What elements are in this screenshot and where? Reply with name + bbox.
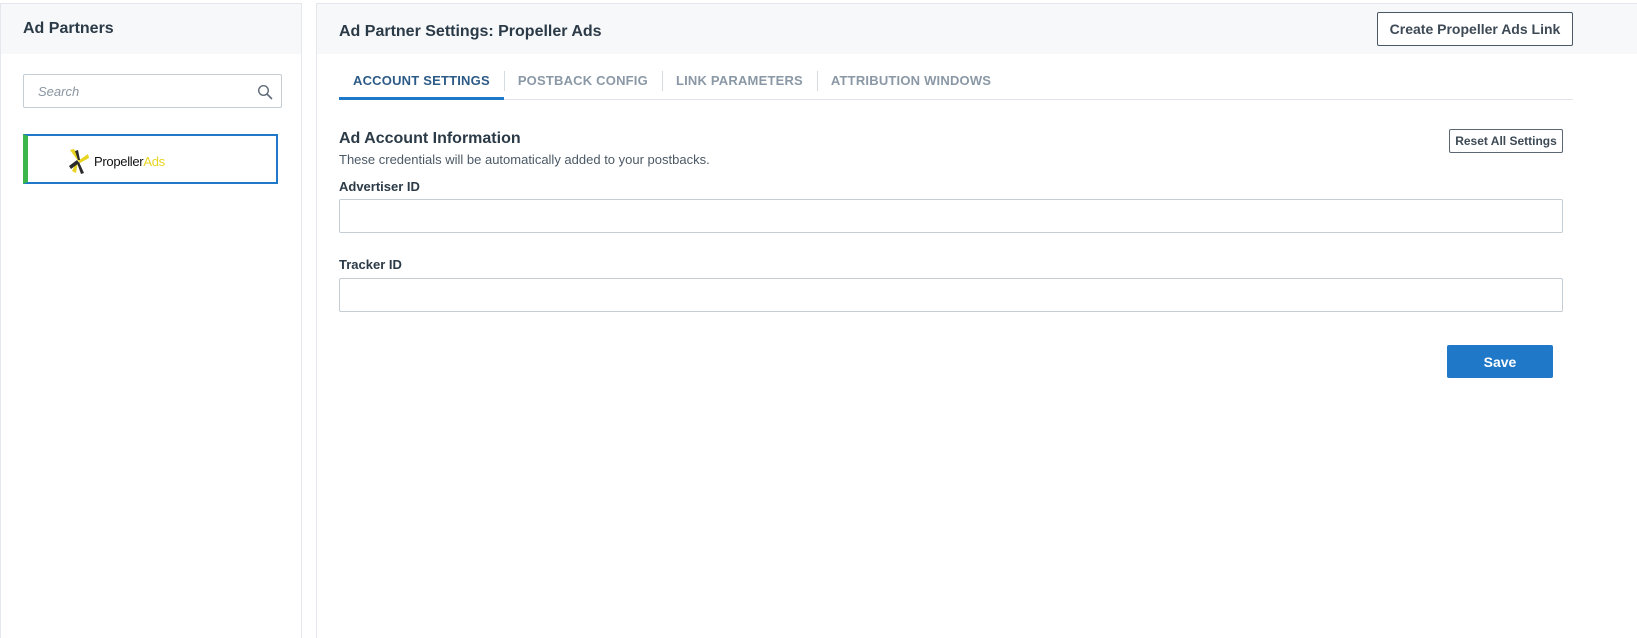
- search-box: [23, 74, 282, 108]
- tab-attribution-windows[interactable]: ATTRIBUTION WINDOWS: [816, 68, 1005, 100]
- tracker-id-field[interactable]: [339, 278, 1563, 312]
- propeller-logo-text: PropellerAds: [94, 153, 165, 169]
- sidebar-title: Ad Partners: [1, 4, 301, 54]
- tracker-id-label: Tracker ID: [339, 257, 402, 272]
- section-description: These credentials will be automatically …: [339, 152, 710, 167]
- section-title: Ad Account Information: [339, 130, 521, 147]
- settings-header: Ad Partner Settings: Propeller Ads Creat…: [317, 4, 1637, 54]
- search-input[interactable]: [24, 75, 281, 107]
- propeller-logo-icon: [69, 149, 89, 174]
- ad-partner-settings-panel: Ad Partner Settings: Propeller Ads Creat…: [316, 3, 1637, 638]
- search-icon[interactable]: [257, 84, 273, 100]
- tab-postback-config[interactable]: POSTBACK CONFIG: [503, 68, 662, 100]
- reset-all-settings-button[interactable]: Reset All Settings: [1449, 129, 1563, 153]
- create-link-button[interactable]: Create Propeller Ads Link: [1377, 12, 1573, 46]
- page-title: Ad Partner Settings: Propeller Ads: [339, 23, 602, 40]
- propeller-ads-logo: PropellerAds: [66, 146, 165, 176]
- settings-tabs: ACCOUNT SETTINGS POSTBACK CONFIG LINK PA…: [339, 68, 1573, 100]
- ad-partners-sidebar: Ad Partners PropellerAds: [0, 3, 302, 638]
- save-button[interactable]: Save: [1447, 345, 1553, 378]
- advertiser-id-label: Advertiser ID: [339, 179, 420, 194]
- partner-item-propeller-ads[interactable]: PropellerAds: [23, 134, 278, 184]
- advertiser-id-field[interactable]: [339, 199, 1563, 233]
- tab-link-parameters[interactable]: LINK PARAMETERS: [661, 68, 817, 100]
- tab-account-settings[interactable]: ACCOUNT SETTINGS: [339, 68, 504, 100]
